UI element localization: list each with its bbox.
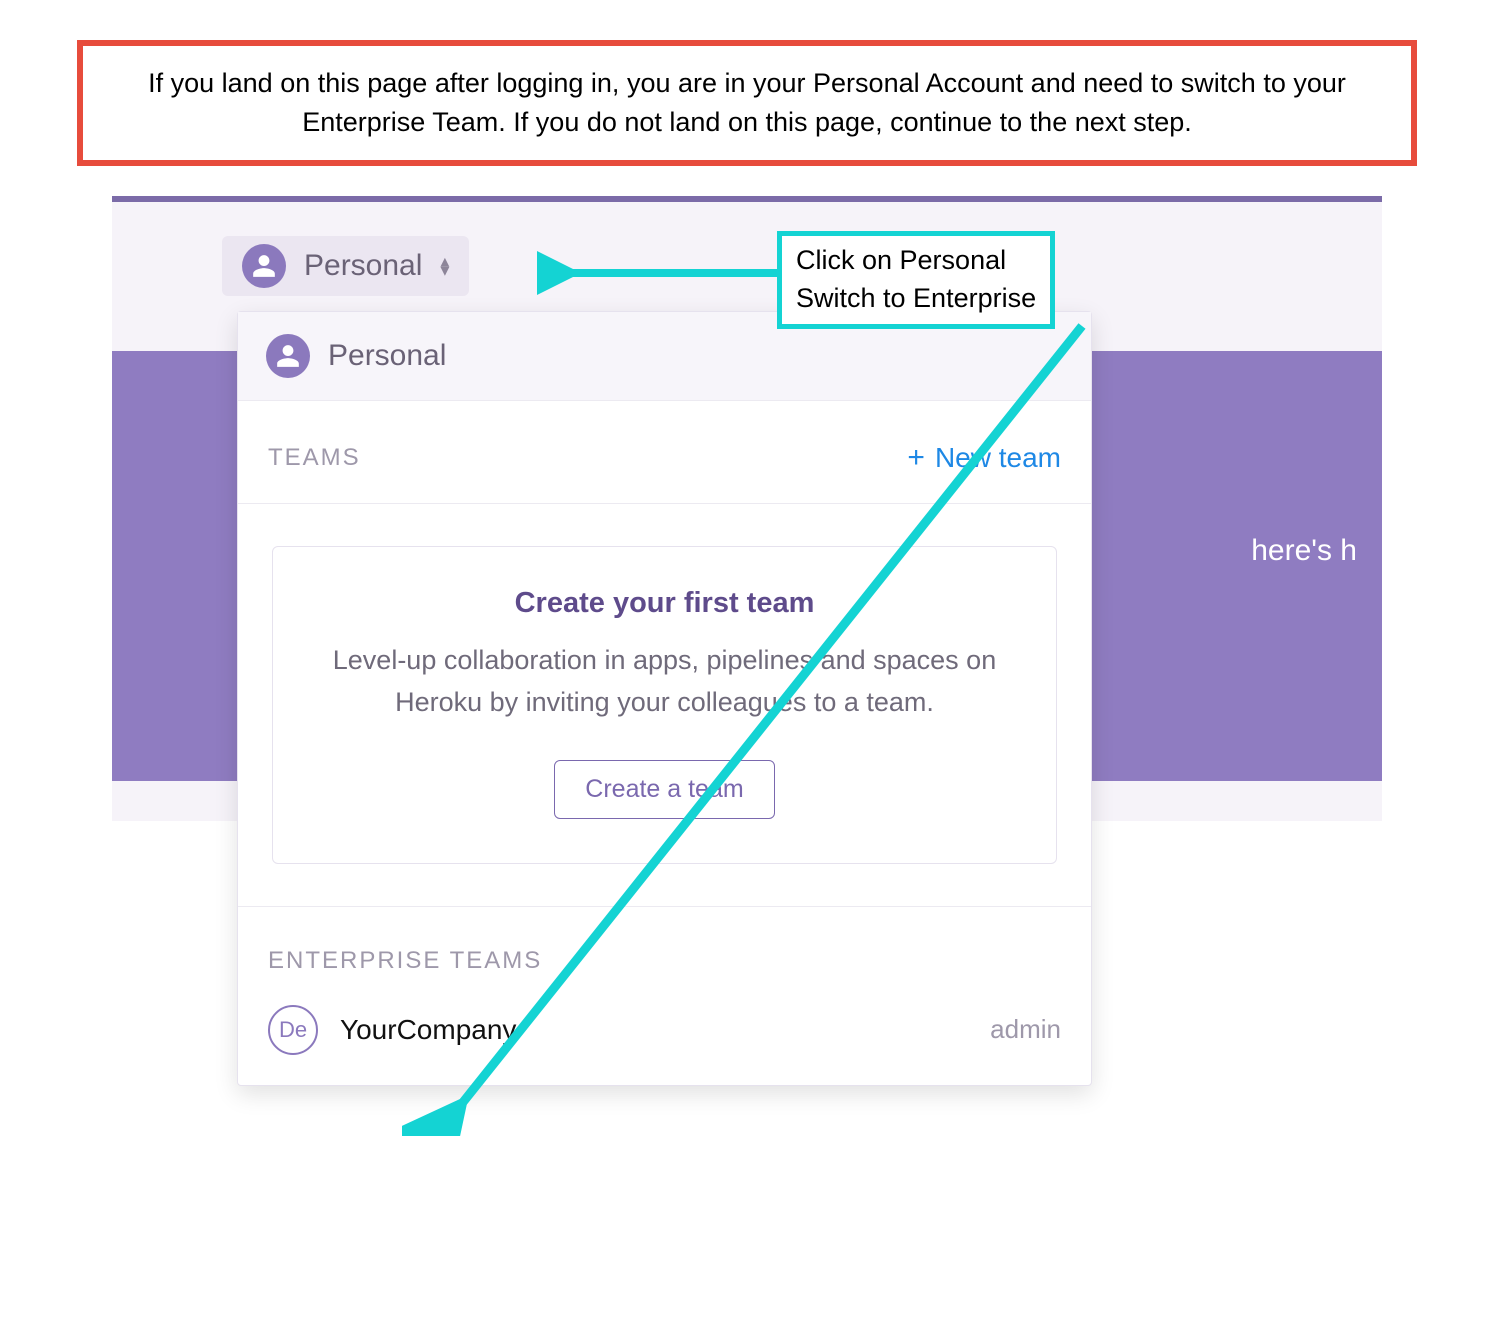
create-team-button[interactable]: Create a team <box>554 760 774 819</box>
person-icon <box>242 244 286 288</box>
screenshot-stage: here's h Personal ▴▾ Personal TEAMS + Ne… <box>112 196 1382 1276</box>
truncated-banner-text: here's h <box>1251 534 1357 568</box>
plus-icon: + <box>907 441 925 475</box>
account-switcher-label: Personal <box>304 249 422 283</box>
new-team-label: New team <box>935 442 1061 474</box>
instruction-callout: If you land on this page after logging i… <box>77 40 1417 166</box>
team-badge-icon: De <box>268 1005 318 1055</box>
enterprise-section-label: ENTERPRISE TEAMS <box>268 947 1061 975</box>
teams-header-row: TEAMS + New team <box>238 401 1091 504</box>
annotation-tooltip: Click on Personal Switch to Enterprise <box>777 231 1055 329</box>
account-switcher[interactable]: Personal ▴▾ <box>222 236 469 296</box>
enterprise-team-name: YourCompany <box>340 1014 516 1046</box>
card-body: Level-up collaboration in apps, pipeline… <box>313 640 1016 724</box>
annotation-line1: Click on Personal <box>796 242 1036 280</box>
enterprise-section: ENTERPRISE TEAMS De YourCompany admin <box>238 906 1091 1085</box>
teams-section-label: TEAMS <box>268 444 361 472</box>
chevron-up-down-icon: ▴▾ <box>440 257 449 275</box>
new-team-button[interactable]: + New team <box>907 441 1061 475</box>
dropdown-personal-label: Personal <box>328 339 446 373</box>
card-title: Create your first team <box>313 587 1016 620</box>
enterprise-team-role: admin <box>990 1014 1061 1045</box>
annotation-line2: Switch to Enterprise <box>796 280 1036 318</box>
account-dropdown: Personal TEAMS + New team Create your fi… <box>237 311 1092 1086</box>
enterprise-team-item[interactable]: De YourCompany admin <box>268 1005 1061 1055</box>
create-team-card: Create your first team Level-up collabor… <box>272 546 1057 864</box>
person-icon <box>266 334 310 378</box>
